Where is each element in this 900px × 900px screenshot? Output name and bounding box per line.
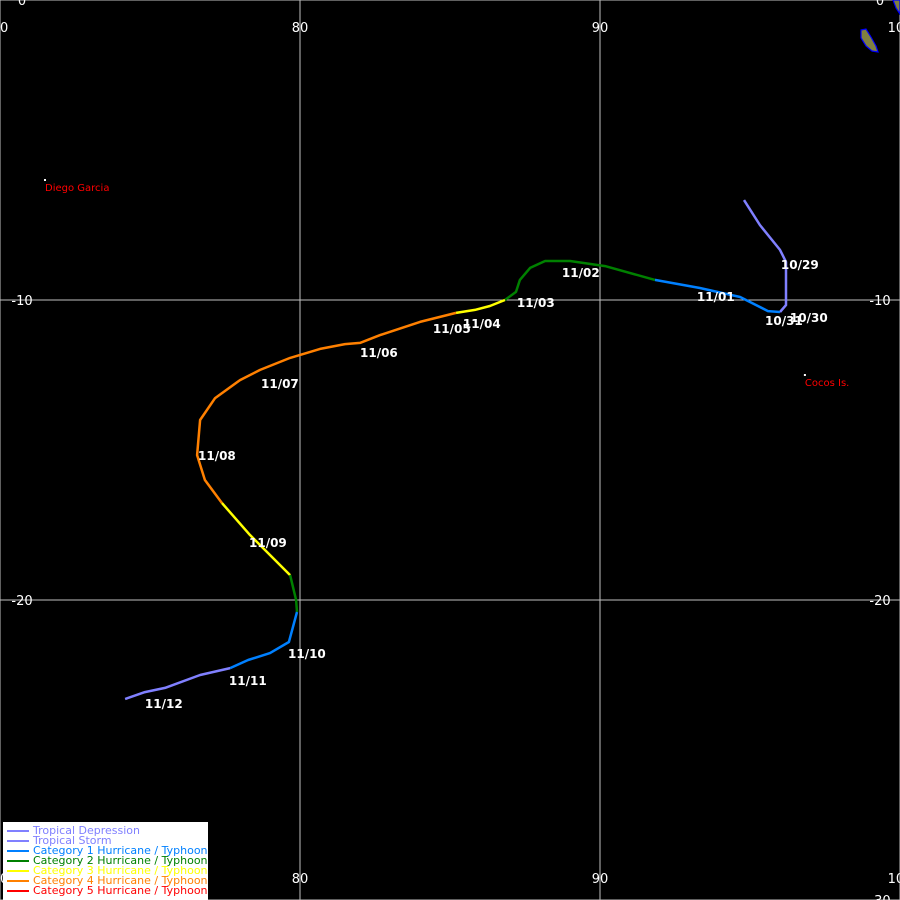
date-label: 11/10	[288, 647, 326, 661]
latitude-label-right: -30	[869, 894, 890, 900]
longitude-label-top: 70	[0, 21, 8, 36]
legend-swatch	[7, 890, 29, 892]
place-label: Diego Garcia	[45, 183, 109, 194]
legend-swatch	[7, 870, 29, 872]
date-label: 11/05	[433, 322, 471, 336]
latitude-label-left: -10	[11, 294, 32, 309]
track-segment-ts	[742, 199, 788, 313]
island-land	[892, 0, 900, 16]
axis-labels: 70708080909010010000-10-10-20-20-30-30	[0, 0, 900, 900]
legend-swatch	[7, 840, 29, 842]
date-label: 11/03	[517, 296, 555, 310]
place-dot	[44, 179, 46, 181]
track-segment-c4	[195, 311, 457, 504]
longitude-label-top: 80	[292, 21, 309, 36]
legend-swatch	[7, 880, 29, 882]
latitude-label-left: 0	[18, 0, 26, 9]
island-land	[860, 28, 879, 53]
latitude-label-left: -20	[11, 594, 32, 609]
longitude-label-bottom: 80	[292, 872, 309, 887]
storm-track-map: 70708080909010010000-10-10-20-20-30-30 D…	[0, 0, 900, 900]
date-label: 11/01	[697, 290, 735, 304]
date-label: 11/08	[198, 449, 236, 463]
track-segment-ts	[124, 666, 231, 701]
date-label: 11/09	[249, 536, 287, 550]
legend-swatch	[7, 850, 29, 852]
date-labels: 10/2910/3010/3111/0111/0211/0311/0411/05…	[145, 258, 828, 711]
place-label: Cocos Is.	[805, 378, 849, 389]
graticule	[0, 0, 900, 900]
legend-label: Category 5 Hurricane / Typhoon	[33, 884, 208, 897]
track-segment-c2	[288, 574, 299, 613]
legend-swatch	[7, 860, 29, 862]
latitude-label-right: -10	[869, 294, 890, 309]
legend: Tropical Depression Tropical Storm Categ…	[3, 822, 208, 900]
track-segment-c3	[455, 298, 506, 315]
longitude-label-top: 100	[888, 21, 900, 36]
longitude-label-top: 90	[592, 21, 609, 36]
longitude-label-bottom: 100	[888, 872, 900, 887]
map-canvas: 70708080909010010000-10-10-20-20-30-30 D…	[0, 0, 900, 900]
latitude-label-right: 0	[876, 0, 884, 9]
date-label: 10/29	[781, 258, 819, 272]
latitude-label-right: -20	[869, 594, 890, 609]
date-label: 11/06	[360, 346, 398, 360]
date-label: 10/31	[765, 314, 803, 328]
place-dot	[803, 374, 806, 376]
longitude-label-bottom: 90	[592, 872, 609, 887]
date-label: 11/07	[261, 377, 299, 391]
date-label: 11/11	[229, 674, 267, 688]
place-markers: Diego Garcia Cocos Is.	[44, 179, 849, 389]
track-segment-c1	[229, 611, 299, 670]
date-label: 11/12	[145, 697, 183, 711]
legend-item-cat5: Category 5 Hurricane / Typhoon	[7, 884, 208, 897]
legend-swatch	[7, 830, 29, 832]
date-label: 11/02	[562, 266, 600, 280]
